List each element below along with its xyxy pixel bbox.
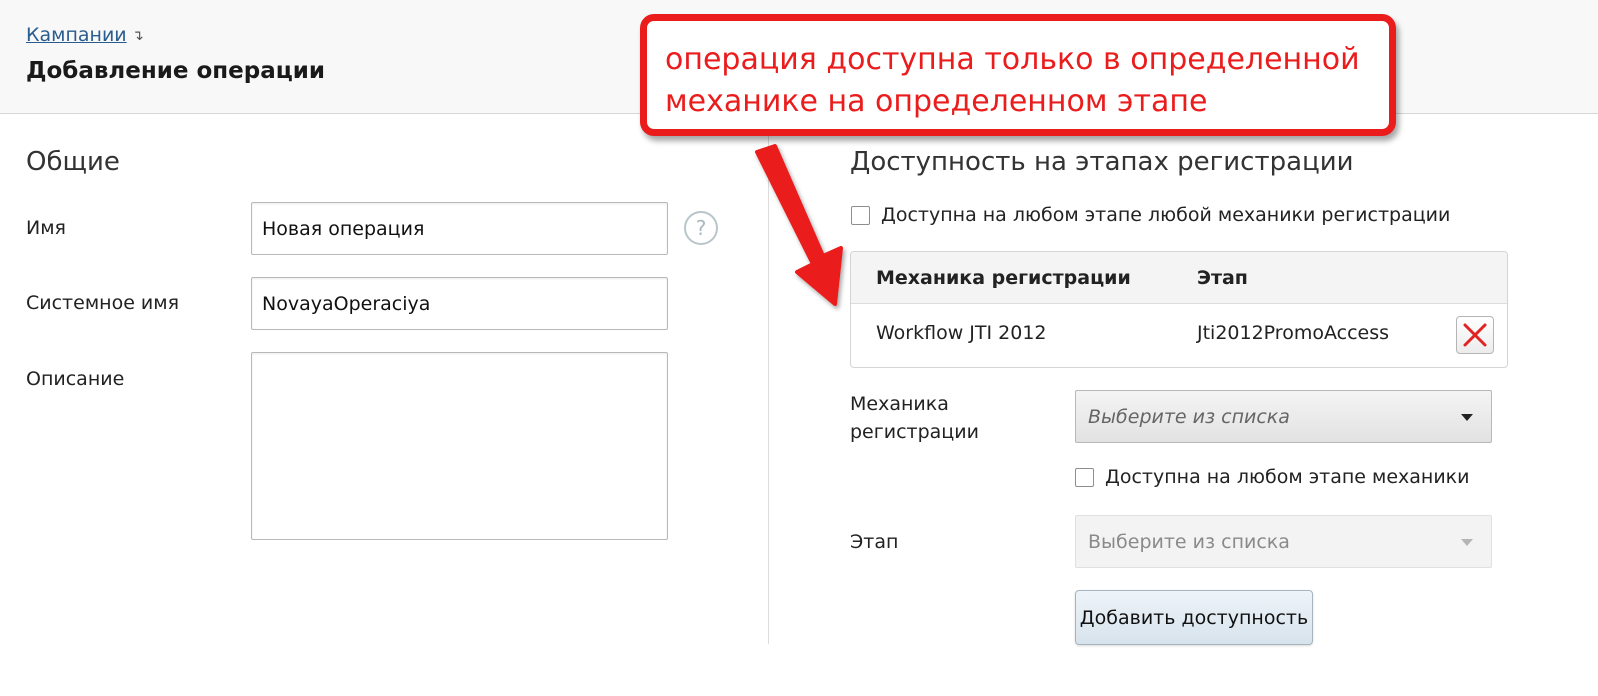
availability-section-title: Доступность на этапах регистрации xyxy=(850,147,1354,177)
availability-table: Механика регистрации Этап Workflow JTI 2… xyxy=(850,251,1508,368)
dropdown-caret-icon xyxy=(1461,538,1473,546)
mechanic-label: Механика регистрации xyxy=(850,393,979,443)
name-label: Имя xyxy=(26,217,66,239)
column-header-stage: Этап xyxy=(1197,267,1248,289)
help-icon[interactable]: ? xyxy=(684,211,718,245)
name-input[interactable]: Новая операция xyxy=(251,202,668,255)
any-stage-any-mechanic-label: Доступна на любом этапе любой механики р… xyxy=(881,204,1451,226)
stage-label: Этап xyxy=(850,531,899,553)
stage-select[interactable]: Выберите из списка xyxy=(1075,515,1492,568)
mechanic-select-value: Выберите из списка xyxy=(1088,405,1290,428)
annotation-text: операция доступна только в определенной … xyxy=(665,42,1360,119)
annotation-arrow-icon xyxy=(755,144,843,306)
description-label: Описание xyxy=(26,368,125,390)
row-stage-cell: Jti2012PromoAccess xyxy=(1197,322,1390,344)
breadcrumb-campaigns-link[interactable]: Кампании xyxy=(26,24,127,46)
description-textarea[interactable] xyxy=(251,352,668,540)
column-header-mechanic: Механика регистрации xyxy=(876,267,1131,289)
system-name-input[interactable]: NovayaOperaciya xyxy=(251,277,668,330)
mechanic-select[interactable]: Выберите из списка xyxy=(1075,390,1492,443)
annotation-callout: операция доступна только в определенной … xyxy=(640,14,1396,136)
system-name-label: Системное имя xyxy=(26,292,180,314)
page-title: Добавление операции xyxy=(26,58,326,84)
table-header: Механика регистрации Этап xyxy=(851,252,1507,304)
delete-row-button[interactable] xyxy=(1456,316,1494,354)
stage-select-value: Выберите из списка xyxy=(1088,530,1290,553)
dropdown-caret-icon xyxy=(1461,413,1473,421)
general-section-title: Общие xyxy=(26,147,120,177)
row-mechanic-cell: Workflow JTI 2012 xyxy=(876,322,1047,344)
add-availability-button[interactable]: Добавить доступность xyxy=(1075,590,1313,645)
any-stage-label: Доступна на любом этапе механики xyxy=(1105,466,1470,488)
delete-icon xyxy=(1463,323,1487,347)
any-stage-checkbox[interactable] xyxy=(1075,468,1094,487)
breadcrumb-arrow-icon: ↴ xyxy=(132,28,144,44)
